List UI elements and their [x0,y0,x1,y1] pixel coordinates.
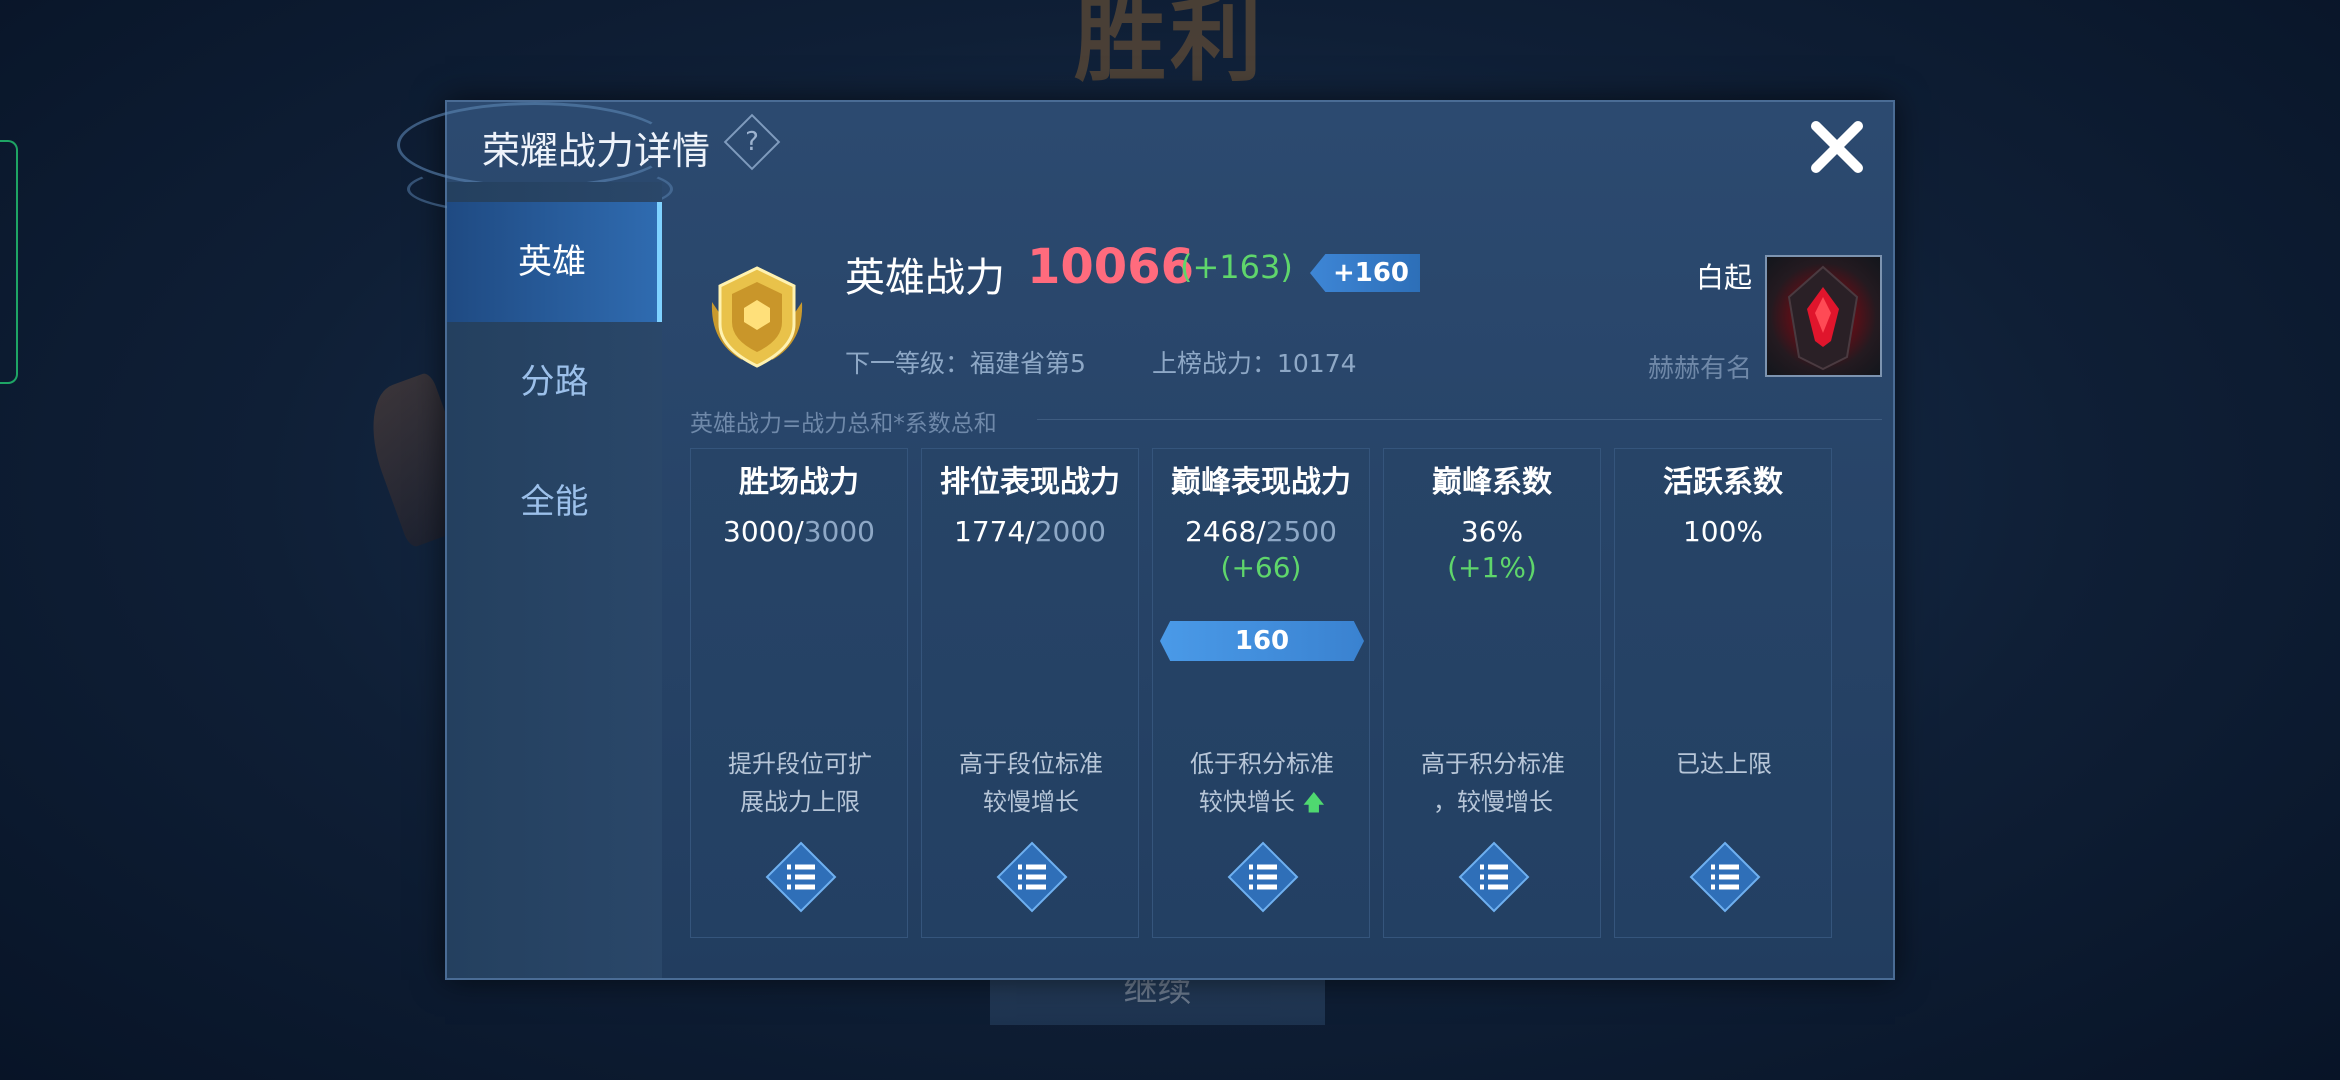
help-icon[interactable]: ? [723,113,781,171]
victory-banner-text: 胜利 [1073,0,1266,94]
list-detail-icon[interactable] [1458,841,1530,913]
card-max-value: 2000 [1034,515,1106,548]
card-peak-coefficient: 巅峰系数 36% (+1%) 高于积分标准 ，较慢增长 [1383,448,1601,938]
card-max-value: 3000 [803,515,875,548]
card-value: 2468/2500 [1153,515,1369,548]
card-note: 提升段位可扩 展战力上限 [711,745,889,821]
side-frame-decoration [0,140,18,384]
card-note-line-2: 展战力上限 [740,788,860,816]
card-ranked-performance: 排位表现战力 1774/2000 高于段位标准 较慢增长 [921,448,1139,938]
card-activity-coefficient: 活跃系数 100% 已达上限 [1614,448,1832,938]
card-title: 巅峰系数 [1432,465,1552,500]
rank-power-text: 上榜战力：10174 [1152,349,1357,378]
category-sidebar: 英雄 分路 全能 [447,182,662,978]
card-delta: (+66) [1220,551,1302,584]
next-level-text: 下一等级：福建省第5 [845,349,1086,378]
hero-power-delta: (+163) [1180,248,1293,286]
card-value: 100% [1682,515,1764,548]
power-rank-emblem-icon [711,266,803,368]
card-note-text: 较快增长 [1198,788,1295,816]
card-delta: (+1%) [1447,551,1537,584]
power-details-dialog: 荣耀战力详情 ? 英雄 分路 全能 英雄战力 10066 (+163) +160… [397,100,1895,980]
card-max-value: 2500 [1265,515,1337,548]
hero-power-value: 10066 [1027,239,1194,295]
list-detail-icon[interactable] [1689,841,1761,913]
hero-portrait-icon [1787,265,1859,371]
list-detail-icon[interactable] [996,841,1068,913]
card-title: 巅峰表现战力 [1171,465,1351,500]
card-note-line-1: 提升段位可扩 [728,750,872,778]
hero-name: 白起 [1695,261,1752,294]
sidebar-item-hero[interactable]: 英雄 [447,202,662,322]
card-value: 1774/2000 [922,515,1138,548]
power-gain-tag: +160 [1310,254,1420,292]
card-win-power: 胜场战力 3000/3000 提升段位可扩 展战力上限 [690,448,908,938]
card-value: 3000/3000 [691,515,907,548]
list-detail-icon[interactable] [765,841,837,913]
card-current-value: 1774/ [954,515,1035,548]
card-gain-badge: 160 [1160,621,1364,661]
card-note-line-2: 较快增长 🡅 [1173,783,1351,823]
help-symbol: ? [745,127,759,157]
sidebar-item-all-round[interactable]: 全能 [447,442,662,562]
sidebar-item-lane[interactable]: 分路 [447,322,662,442]
card-title: 排位表现战力 [940,465,1120,500]
card-note-line-1: 高于段位标准 [959,750,1103,778]
card-title: 活跃系数 [1663,465,1783,500]
card-title: 胜场战力 [739,465,859,500]
card-note-line-2: 已达上限 [1676,750,1772,778]
dialog-title: 荣耀战力详情 [482,129,711,173]
close-icon [1811,121,1863,173]
card-note-line-2: 较慢增长 [983,788,1079,816]
card-peak-performance: 巅峰表现战力 2468/2500 (+66) 160 低于积分标准较快增长 🡅 [1152,448,1370,938]
close-button[interactable] [1802,112,1872,182]
card-note-line-2: ，较慢增长 [1433,788,1553,816]
card-value: 36% [1460,515,1524,548]
card-current-value: 3000/ [723,515,804,548]
card-note-line-1: 低于积分标准 [1190,750,1334,778]
hero-power-panel: 英雄战力 10066 (+163) +160 下一等级：福建省第5 上榜战力：1… [662,182,1893,978]
up-arrow-icon: 🡅 [1302,791,1326,816]
card-note: 低于积分标准较快增长 🡅 [1173,745,1351,823]
hero-avatar[interactable] [1765,255,1882,377]
divider [1037,419,1882,420]
card-note-line-1: 高于积分标准 [1421,750,1565,778]
power-formula: 英雄战力=战力总和*系数总和 [690,411,997,437]
list-detail-icon[interactable] [1227,841,1299,913]
hero-power-label: 英雄战力 [845,255,1005,301]
card-note: 高于段位标准 较慢增长 [942,745,1120,821]
card-current-value: 2468/ [1185,515,1266,548]
card-note: 已达上限 [1635,745,1813,783]
card-note: 高于积分标准 ，较慢增长 [1404,745,1582,821]
hero-tier-title: 赫赫有名 [1647,354,1752,384]
